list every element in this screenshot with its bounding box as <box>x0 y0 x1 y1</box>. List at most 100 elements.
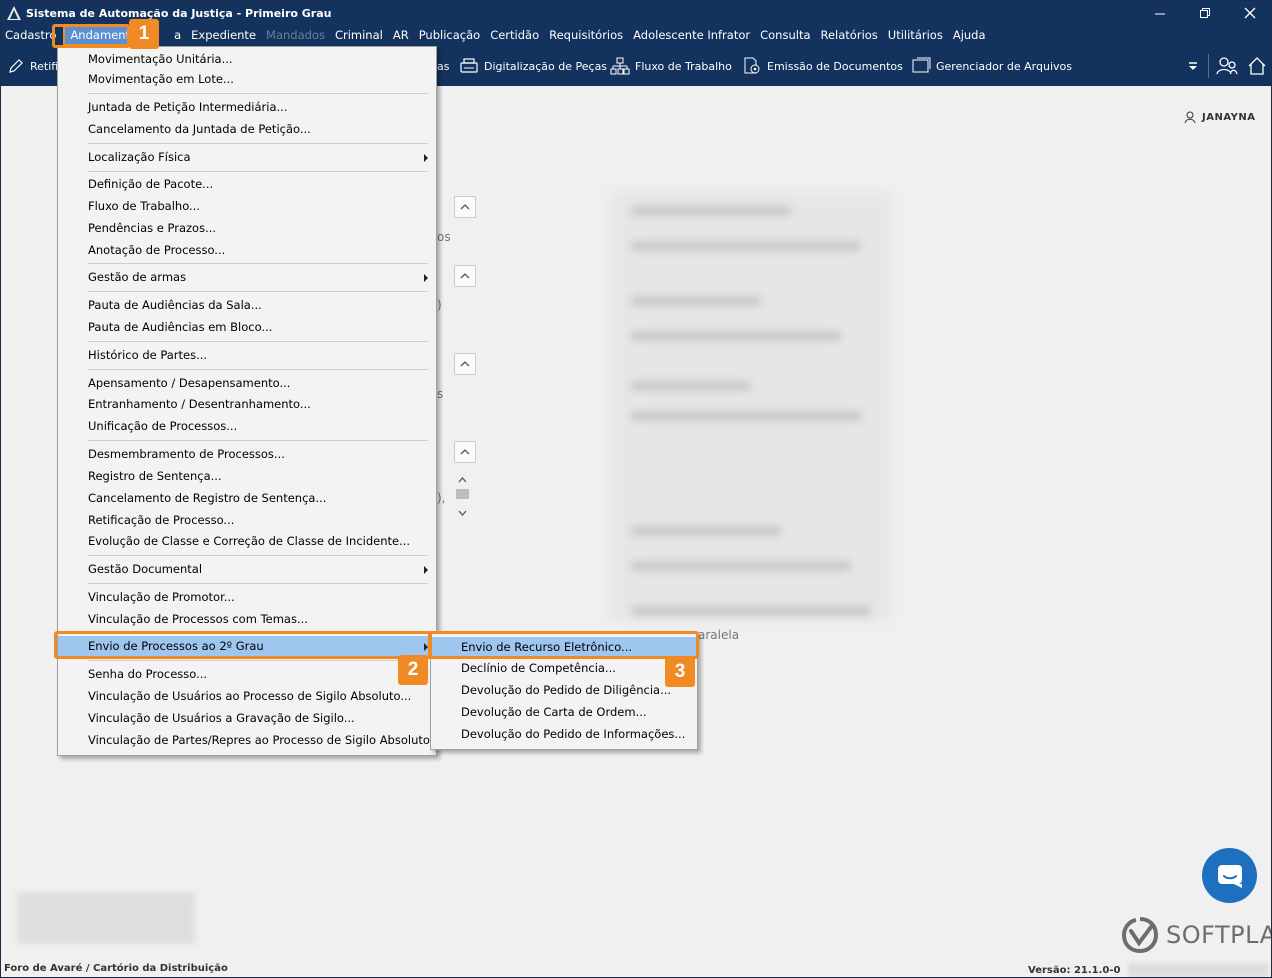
menu-item-label: Pauta de Audiências da Sala... <box>88 298 262 312</box>
submenu-item-devolucao-informacoes[interactable]: Devolução do Pedido de Informações... <box>431 724 697 744</box>
menu-item-label: Unificação de Processos... <box>88 419 238 433</box>
menu-item-label: Anotação de Processo... <box>88 243 226 257</box>
app-window: Sistema de Automação da Justiça - Primei… <box>0 0 1272 978</box>
submenu-arrow-icon <box>424 154 428 162</box>
menu-item-movimentacao-lote[interactable]: Movimentação em Lote... <box>58 69 436 89</box>
blur-line <box>631 296 761 306</box>
menu-requisitorios[interactable]: Requisitórios <box>544 25 628 46</box>
menu-item-label: Vinculação de Usuários ao Processo de Si… <box>88 689 412 703</box>
menu-utilitarios[interactable]: Utilitários <box>883 25 948 46</box>
menu-item-retificacao[interactable]: Retificação de Processo... <box>58 510 436 530</box>
menu-item-label: Vinculação de Usuários a Gravação de Sig… <box>88 711 355 725</box>
menu-expediente[interactable]: Expediente <box>186 25 261 46</box>
menu-item-label: Desmembramento de Processos... <box>88 447 285 461</box>
menu-item-label: Cancelamento da Juntada de Petição... <box>88 122 311 136</box>
menu-item-label: Cancelamento de Registro de Sentença... <box>88 491 327 505</box>
submenu-item-declinio-competencia[interactable]: Declínio de Competência... <box>431 658 697 678</box>
menu-item-movimentacao-unitaria[interactable]: Movimentação Unitária... <box>58 49 436 69</box>
submenu-item-devolucao-carta-ordem[interactable]: Devolução de Carta de Ordem... <box>431 702 697 722</box>
menu-consulta[interactable]: Consulta <box>755 25 815 46</box>
menu-item-unificacao[interactable]: Unificação de Processos... <box>58 416 436 436</box>
menu-item-senha-processo[interactable]: Senha do Processo... <box>58 664 436 684</box>
submenu-item-devolucao-diligencia[interactable]: Devolução do Pedido de Diligência... <box>431 680 697 700</box>
menu-item-label: Fluxo de Trabalho... <box>88 199 201 213</box>
collapse-button-1[interactable] <box>454 196 476 218</box>
menu-item-pauta-bloco[interactable]: Pauta de Audiências em Bloco... <box>58 317 436 337</box>
blur-line <box>631 526 781 536</box>
menu-item-label: Gestão de armas <box>88 270 187 284</box>
menu-item-cancelamento-registro[interactable]: Cancelamento de Registro de Sentença... <box>58 488 436 508</box>
menu-item-vinculacao-usuarios-sigilo[interactable]: Vinculação de Usuários ao Processo de Si… <box>58 686 436 706</box>
blur-line <box>631 561 851 571</box>
menu-item-pauta-sala[interactable]: Pauta de Audiências da Sala... <box>58 295 436 315</box>
bg-scrollbar[interactable] <box>454 473 471 521</box>
menu-separator <box>88 440 428 441</box>
menu-item-vinculacao-gravacao-sigilo[interactable]: Vinculação de Usuários a Gravação de Sig… <box>58 708 436 728</box>
toolbar-users-button[interactable] <box>1216 46 1243 86</box>
menu-relatorios[interactable]: Relatórios <box>816 25 883 46</box>
menu-item-pendencias-prazos[interactable]: Pendências e Prazos... <box>58 218 436 238</box>
menu-item-label: Gestão Documental <box>88 562 203 576</box>
collapse-button-2[interactable] <box>454 265 476 287</box>
menu-item-desmembramento[interactable]: Desmembramento de Processos... <box>58 444 436 464</box>
blur-line <box>631 381 751 391</box>
step-badge-1: 1 <box>129 19 159 49</box>
menu-ar[interactable]: AR <box>388 25 414 46</box>
toolbar-retificacao[interactable]: Retifi <box>7 46 58 86</box>
submenu-item-label: Declínio de Competência... <box>461 661 616 675</box>
menu-item-evolucao-classe[interactable]: Evolução de Classe e Correção de Classe … <box>58 531 436 551</box>
menu-item-label: Movimentação em Lote... <box>88 72 234 86</box>
minimize-icon <box>1155 13 1165 15</box>
menu-item-gestao-documental[interactable]: Gestão Documental <box>58 559 436 579</box>
toolbar-gerenciador[interactable]: Gerenciador de Arquivos <box>911 46 1072 86</box>
menu-adolescente-infrator[interactable]: Adolescente Infrator <box>628 25 755 46</box>
menu-item-label: Localização Física <box>88 150 191 164</box>
menu-criminal[interactable]: Criminal <box>330 25 388 46</box>
chat-button[interactable] <box>1202 848 1257 903</box>
close-button[interactable] <box>1227 1 1271 25</box>
envio-segundo-grau-submenu: Envio de Recurso Eletrônico... Declínio … <box>430 632 698 750</box>
menu-separator <box>88 291 428 292</box>
menu-separator <box>88 555 428 556</box>
menu-item-vinculacao-temas[interactable]: Vinculação de Processos com Temas... <box>58 609 436 629</box>
restore-button[interactable] <box>1182 1 1228 25</box>
menu-item-localizacao-fisica[interactable]: Localização Física <box>58 147 436 167</box>
menu-item-gestao-armas[interactable]: Gestão de armas <box>58 267 436 287</box>
menu-item-registro-sentenca[interactable]: Registro de Sentença... <box>58 466 436 486</box>
collapse-button-3[interactable] <box>454 353 476 375</box>
toolbar-overflow-button[interactable] <box>1186 46 1205 86</box>
toolbar-emissao[interactable]: Emissão de Documentos <box>742 46 903 86</box>
menu-item-label: Vinculação de Promotor... <box>88 590 235 604</box>
menu-item-anotacao-processo[interactable]: Anotação de Processo... <box>58 240 436 260</box>
step-badge-3: 3 <box>665 657 695 687</box>
menu-item-fluxo-trabalho[interactable]: Fluxo de Trabalho... <box>58 196 436 216</box>
toolbar-partial-item[interactable]: as <box>437 46 449 86</box>
menu-separator <box>88 660 428 661</box>
chevron-up-icon <box>460 204 470 210</box>
toolbar-home-button[interactable] <box>1247 46 1271 86</box>
menu-item-cancelamento-juntada[interactable]: Cancelamento da Juntada de Petição... <box>58 119 436 139</box>
toolbar-digitalizacao[interactable]: Digitalização de Peças <box>459 46 607 86</box>
submenu-item-envio-recurso[interactable]: Envio de Recurso Eletrônico... <box>431 637 697 657</box>
menu-separator <box>88 369 428 370</box>
menu-certidao[interactable]: Certidão <box>485 25 544 46</box>
menu-item-apensamento[interactable]: Apensamento / Desapensamento... <box>58 373 436 393</box>
menu-item-historico-partes[interactable]: Histórico de Partes... <box>58 345 436 365</box>
collapse-button-4[interactable] <box>454 441 476 463</box>
workflow-icon <box>610 57 630 75</box>
scanner-icon <box>460 58 478 73</box>
menu-ajuda[interactable]: Ajuda <box>948 25 991 46</box>
menu-publicacao[interactable]: Publicação <box>414 25 486 46</box>
menu-item-entranhamento[interactable]: Entranhamento / Desentranhamento... <box>58 394 436 414</box>
menu-item-juntada-peticao[interactable]: Juntada de Petição Intermediária... <box>58 97 436 117</box>
menu-item-envio-segundo-grau[interactable]: Envio de Processos ao 2º Grau <box>58 636 436 656</box>
menu-cadastro[interactable]: Cadastro <box>1 25 61 46</box>
submenu-arrow-icon <box>424 643 428 651</box>
menu-item-vinculacao-promotor[interactable]: Vinculação de Promotor... <box>58 587 436 607</box>
blurred-user-info <box>17 892 195 944</box>
menu-item-definicao-pacote[interactable]: Definição de Pacote... <box>58 174 436 194</box>
status-location: Foro de Avaré / Cartório da Distribuição <box>4 963 228 974</box>
minimize-button[interactable] <box>1137 1 1183 25</box>
menu-item-vinculacao-partes-sigilo[interactable]: Vinculação de Partes/Repres ao Processo … <box>58 730 441 750</box>
toolbar-fluxo[interactable]: Fluxo de Trabalho <box>610 46 732 86</box>
